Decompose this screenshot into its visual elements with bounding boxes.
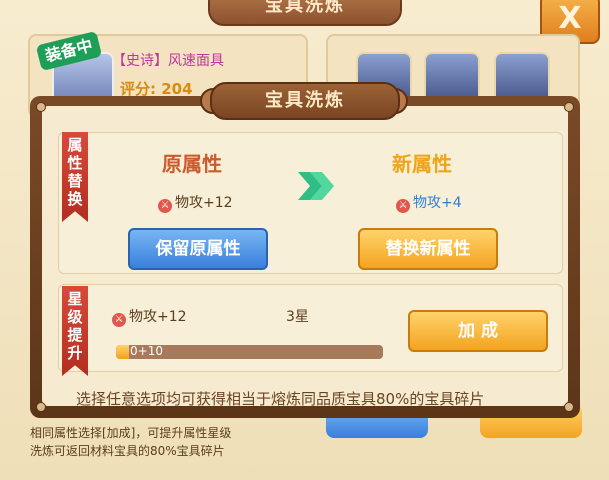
sword-icon: ⚔ — [158, 199, 172, 213]
new-attribute: ⚔ 物攻+4 — [396, 192, 462, 213]
background-note-line1: 相同属性选择[加成]，可提升属性星级 — [30, 426, 232, 440]
rivet-icon — [564, 102, 574, 112]
star-upgrade-ribbon: 星级提升 — [62, 286, 88, 376]
replace-new-button[interactable]: 替换新属性 — [358, 228, 498, 270]
old-attribute-text: 物攻+12 — [175, 195, 233, 211]
background-title: 宝具洗炼 — [208, 0, 402, 26]
modal-title: 宝具洗炼 — [210, 82, 400, 120]
star-attribute-text: 物攻+12 — [129, 309, 187, 325]
new-attribute-text: 物攻+4 — [413, 195, 462, 211]
sword-icon: ⚔ — [112, 313, 126, 327]
old-attribute-header: 原属性 — [162, 152, 222, 176]
old-attribute: ⚔ 物攻+12 — [158, 192, 233, 213]
star-progress-text: 0+10 — [130, 344, 163, 358]
star-level: 3星 — [286, 309, 309, 325]
double-arrow-icon — [298, 172, 334, 200]
sword-icon: ⚔ — [396, 199, 410, 213]
background-note-line2: 洗炼可返回材料宝具的80%宝具碎片 — [30, 444, 225, 458]
keep-original-button[interactable]: 保留原属性 — [128, 228, 268, 270]
attribute-replace-ribbon: 属性替换 — [62, 132, 88, 222]
new-attribute-header: 新属性 — [392, 152, 452, 176]
star-progress-fill — [116, 345, 130, 359]
star-attribute: ⚔ 物攻+12 — [112, 306, 187, 327]
rivet-icon — [564, 402, 574, 412]
modal-note: 选择任意选项均可获得相当于熔炼同品质宝具80%的宝具碎片 — [76, 390, 485, 408]
rivet-icon — [36, 102, 46, 112]
item-name: 【史诗】风速面具 — [112, 53, 224, 69]
add-bonus-button[interactable]: 加 成 — [408, 310, 548, 352]
rivet-icon — [36, 402, 46, 412]
